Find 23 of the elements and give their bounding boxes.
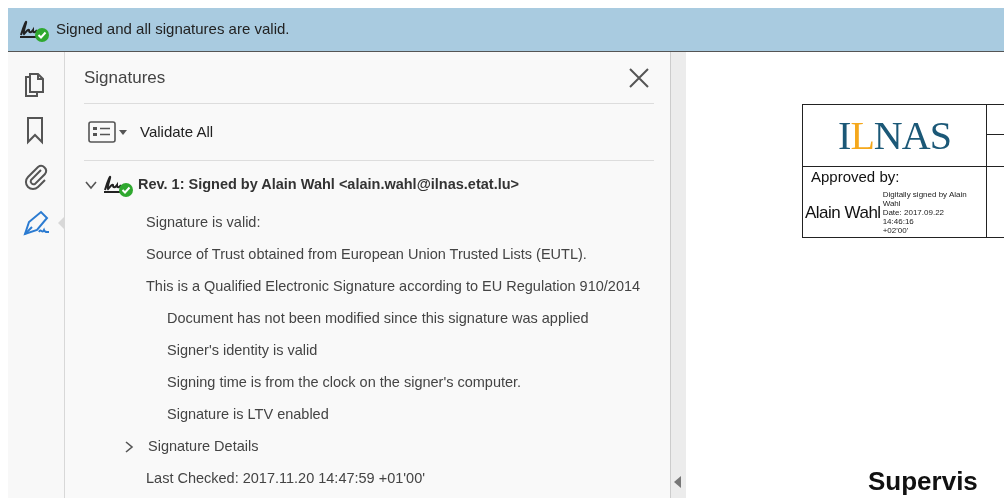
approved-label: Approved by: [810,167,901,186]
document-heading: Supervis [867,465,979,498]
stamp-line: Digitally signed by Alain Wahl [882,190,968,208]
signature-title[interactable]: Rev. 1: Signed by Alain Wahl <alain.wahl@ilnas.etat.lu> [138,174,520,196]
stamp-line: +02'00' [882,226,910,235]
status-line: Signing time is from the clock on the signer's computer. [167,373,522,393]
list-menu-icon[interactable] [88,121,128,143]
status-line: Signer's identity is valid [167,341,318,361]
status-line: Signature is valid: [146,213,261,233]
status-line: Signature is LTV enabled [167,405,329,425]
banner-text: Signed and all signatures are valid. [56,19,290,40]
status-line: Document has not been modified since this signature was applied [167,309,589,329]
details-toggle[interactable]: Signature Details [148,436,259,458]
validate-all-button[interactable]: Validate All [140,120,214,144]
stamp-line: Date: 2017.09.22 14:46:16 [882,208,946,226]
last-checked-text: Last Checked: 2017.11.20 14:47:59 +01'00' [146,469,425,489]
collapse-arrow-icon[interactable] [674,476,682,488]
close-icon[interactable] [628,66,650,89]
signer-name: Alain Wahl [805,201,881,224]
panel-title: Signatures [84,66,166,89]
status-line: This is a Qualified Electronic Signature according to EU Regulation 910/2014 [146,277,641,297]
status-line: Source of Trust obtained from European Union Trusted Lists (EUTL). [146,245,587,265]
logo-text: ILNAS [838,115,951,156]
